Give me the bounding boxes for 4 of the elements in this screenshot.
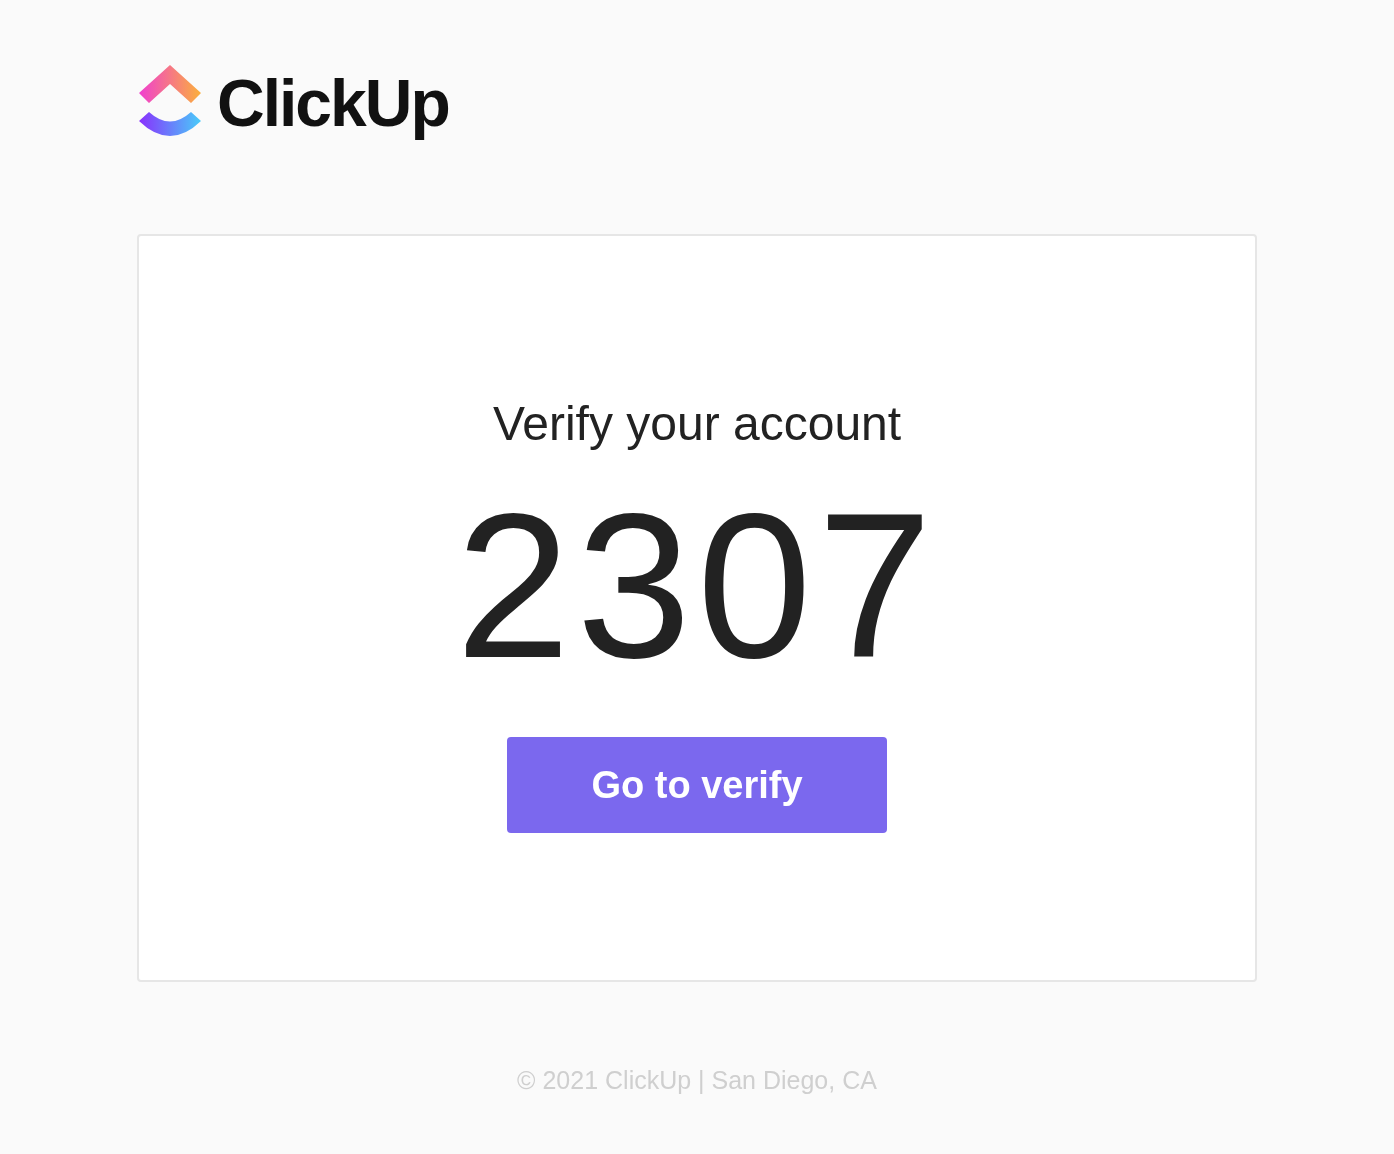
verification-code: 2307 (455, 491, 939, 681)
card-title: Verify your account (492, 396, 902, 451)
verify-button[interactable]: Go to verify (507, 737, 887, 833)
brand-name: ClickUp (217, 65, 449, 141)
